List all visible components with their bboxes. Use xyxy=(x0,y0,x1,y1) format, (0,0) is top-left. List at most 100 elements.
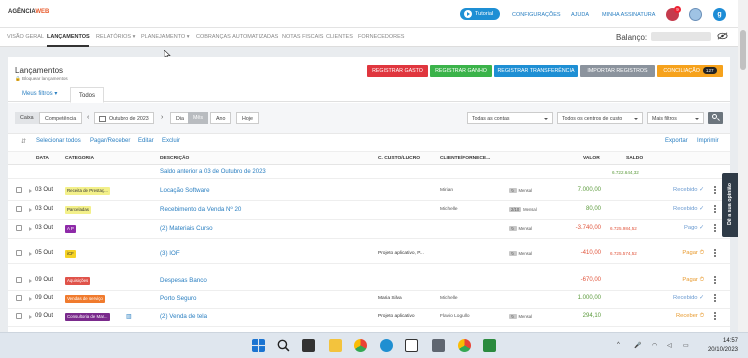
row-checkbox[interactable] xyxy=(16,250,22,256)
row-category-tag[interactable]: Receita de Prestaç... xyxy=(65,187,110,195)
row-checkbox[interactable] xyxy=(16,277,22,283)
col-client-supplier[interactable]: CLIENTE/FORNECE... xyxy=(440,156,490,161)
user-avatar[interactable] xyxy=(689,8,702,21)
nav-planejamento[interactable]: PLANEJAMENTO ▾ xyxy=(141,34,190,40)
row-status[interactable]: Recebido ✓ xyxy=(660,187,704,193)
row-checkbox[interactable] xyxy=(16,225,22,231)
cost-centers-select[interactable]: Todos os centros de custo xyxy=(557,112,643,124)
table-row[interactable]: 03 Out A P (2) Materiais Curso ↻ Mensal -3.74… xyxy=(8,220,730,239)
row-more-icon[interactable] xyxy=(714,312,716,321)
chrome-icon[interactable] xyxy=(354,339,367,352)
row-status[interactable]: Recebido ✓ xyxy=(660,295,704,301)
row-description[interactable]: (2) Venda de tela xyxy=(160,313,207,320)
edge-icon[interactable] xyxy=(380,339,393,352)
help-link[interactable]: AJUDA xyxy=(571,12,589,18)
row-category-tag[interactable]: Parceladas xyxy=(65,206,91,214)
row-checkbox[interactable] xyxy=(16,295,22,301)
register-income-button[interactable]: REGISTRAR GANHO xyxy=(430,65,492,77)
excel-icon[interactable] xyxy=(483,339,496,352)
row-more-icon[interactable] xyxy=(714,186,716,195)
period-month-button[interactable]: Mês xyxy=(188,112,209,124)
expand-row-icon[interactable] xyxy=(29,279,32,283)
col-balance[interactable]: SALDO xyxy=(626,156,643,161)
expand-row-icon[interactable] xyxy=(29,208,32,212)
row-description[interactable]: Despesas Banco xyxy=(160,277,207,284)
volume-icon[interactable]: ◁ xyxy=(667,342,672,349)
nav-clientes[interactable]: CLIENTES xyxy=(326,34,353,40)
file-explorer-icon[interactable] xyxy=(329,339,342,352)
row-checkbox[interactable] xyxy=(16,206,22,212)
lock-entries-link[interactable]: 🔒 Bloquear lançamentos xyxy=(15,76,68,82)
settings-link[interactable]: CONFIGURAÇÕES xyxy=(512,12,561,18)
system-clock[interactable]: 14:57 20/10/2023 xyxy=(700,337,738,355)
pay-receive-link[interactable]: Pagar/Receber xyxy=(90,138,130,144)
row-checkbox[interactable] xyxy=(16,313,22,319)
row-description[interactable]: Porto Seguro xyxy=(160,295,196,302)
columns-icon[interactable]: ▥ xyxy=(126,313,132,320)
col-value[interactable]: VALOR xyxy=(583,156,600,161)
search-icon[interactable] xyxy=(277,339,290,352)
row-category-tag[interactable]: A P xyxy=(65,225,76,233)
reconciliation-button[interactable]: CONCILIAÇÃO 127 xyxy=(657,65,723,77)
register-expense-button[interactable]: REGISTRAR GASTO xyxy=(367,65,428,77)
row-category-tag[interactable]: Consultoria de Mar... xyxy=(65,313,110,321)
period-year-button[interactable]: Ano xyxy=(210,112,232,124)
delete-link[interactable]: Excluir xyxy=(162,138,180,144)
row-status[interactable]: Receber ⏱ xyxy=(660,313,704,320)
logo[interactable]: AGÊNCIAWEB xyxy=(8,9,49,15)
row-status[interactable]: Pagar ⏱ xyxy=(660,277,704,284)
col-cost-center[interactable]: C. CUSTO/LUCRO xyxy=(378,156,420,161)
row-description[interactable]: (2) Materiais Curso xyxy=(160,225,213,232)
register-transfer-button[interactable]: REGISTRAR TRANSFERÊNCIA xyxy=(494,65,578,77)
regime-caixa-toggle[interactable]: Caixa xyxy=(15,112,39,124)
feedback-tab[interactable]: Dê a sua opinião xyxy=(722,173,738,237)
row-more-icon[interactable] xyxy=(714,294,716,303)
row-checkbox[interactable] xyxy=(16,187,22,193)
table-row[interactable]: 09 Out Vendas de serviço Porto Seguro Maria… xyxy=(8,290,730,309)
nav-fornecedores[interactable]: FORNECEDORES xyxy=(358,34,404,40)
today-button[interactable]: Hoje xyxy=(236,112,259,124)
tutorial-button[interactable]: Tutorial xyxy=(460,8,501,20)
row-description[interactable]: Locação Software xyxy=(160,187,210,194)
col-category[interactable]: CATEGORIA xyxy=(65,156,94,161)
nav-notas-fiscais[interactable]: NOTAS FISCAIS xyxy=(282,34,323,40)
row-category-tag[interactable]: Vendas de serviço xyxy=(65,295,105,303)
windows-start-icon[interactable] xyxy=(252,339,265,352)
accounts-select[interactable]: Todas as contas xyxy=(467,112,553,124)
more-filters-select[interactable]: Mais filtros xyxy=(647,112,704,124)
task-view-icon[interactable] xyxy=(302,339,315,352)
expand-row-icon[interactable] xyxy=(29,252,32,256)
row-more-icon[interactable] xyxy=(714,205,716,214)
row-status[interactable]: Pago ✓ xyxy=(660,225,704,231)
microphone-icon[interactable]: 🎤 xyxy=(634,342,641,349)
eye-slash-icon[interactable] xyxy=(717,32,728,40)
search-button[interactable] xyxy=(708,112,723,124)
tab-all[interactable]: Todos xyxy=(70,87,105,103)
next-period-icon[interactable]: › xyxy=(161,114,163,121)
row-category-tag[interactable]: iCF xyxy=(65,250,76,258)
select-all-link[interactable]: Selecionar todos xyxy=(36,138,81,144)
battery-icon[interactable]: ▭ xyxy=(683,342,689,349)
expand-row-icon[interactable] xyxy=(29,189,32,193)
edit-link[interactable]: Editar xyxy=(138,138,154,144)
row-more-icon[interactable] xyxy=(714,224,716,233)
row-status[interactable]: Pagar ⏱ xyxy=(660,250,704,257)
table-row[interactable]: 09 Out Aquisições Despesas Banco -670,00 Pag… xyxy=(8,272,730,291)
regime-competencia-toggle[interactable]: Competência xyxy=(39,112,83,124)
wifi-icon[interactable]: ◠ xyxy=(652,342,657,349)
row-status[interactable]: Recebido ✓ xyxy=(660,206,704,212)
row-category-tag[interactable]: Aquisições xyxy=(65,277,91,285)
period-selector[interactable]: Outubro de 2023 xyxy=(94,112,154,124)
row-more-icon[interactable] xyxy=(714,249,716,258)
export-link[interactable]: Exportar xyxy=(665,138,688,144)
table-row[interactable]: 05 Out iCF (3) IOF Projeto aplicativo, P...… xyxy=(8,245,730,264)
snipping-tool-icon[interactable] xyxy=(405,339,418,352)
calculator-icon[interactable] xyxy=(432,339,445,352)
tab-my-filters[interactable]: Meus filtros ▾ xyxy=(22,90,57,97)
expand-row-icon[interactable] xyxy=(29,315,32,319)
prev-period-icon[interactable]: ‹ xyxy=(87,114,89,121)
nav-lancamentos[interactable]: LANÇAMENTOS xyxy=(47,34,90,40)
nav-cobrancas[interactable]: COBRANÇAS AUTOMATIZADAS xyxy=(196,34,278,40)
chrome-profile-icon[interactable] xyxy=(458,339,471,352)
table-row[interactable]: 09 Out Consultoria de Mar... (2) Venda de … xyxy=(8,308,730,327)
